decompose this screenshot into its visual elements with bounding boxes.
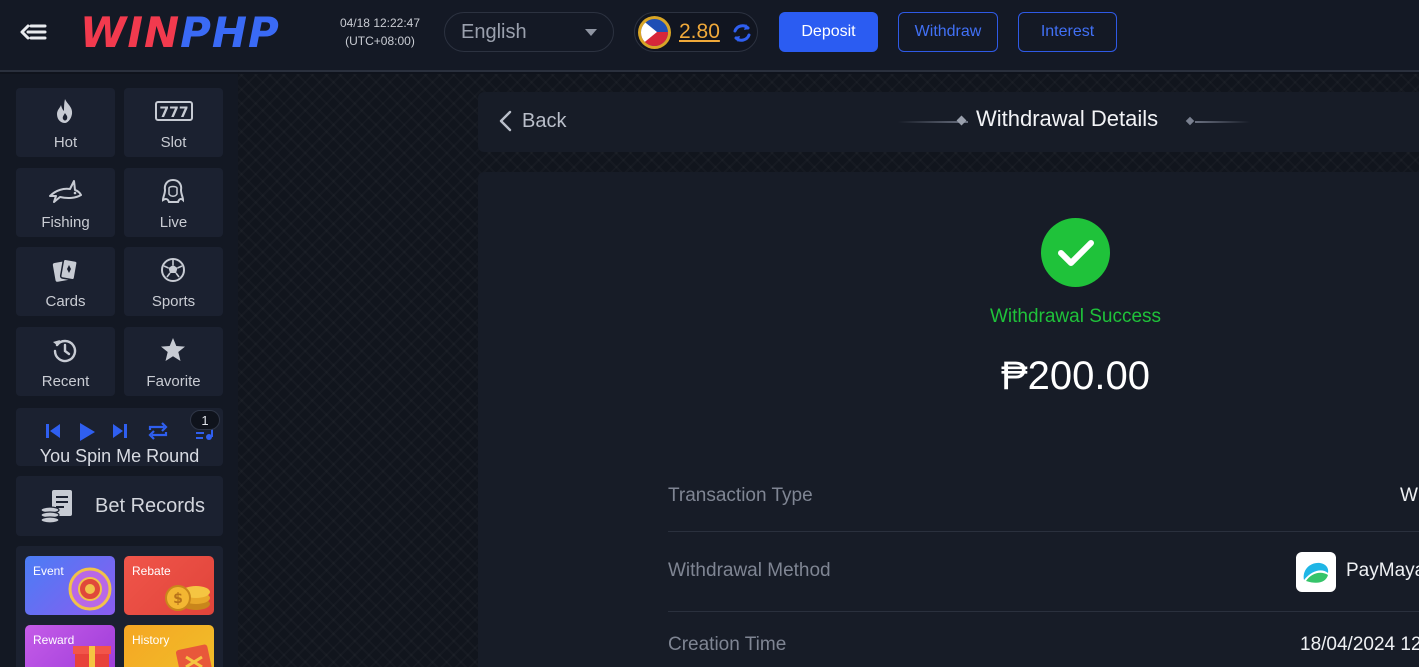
sidebar-item-sports[interactable]: Sports [124, 247, 223, 316]
sidebar-item-label: Live [159, 214, 188, 231]
balance-display: 2.80 [634, 12, 758, 52]
sidebar-item-fishing[interactable]: Fishing [16, 168, 115, 237]
sidebar-item-label: Recent [41, 373, 90, 390]
back-button[interactable]: Back [498, 109, 566, 133]
page-title: Withdrawal Details [976, 106, 1159, 131]
detail-row: Withdrawal Method PayMaya [668, 532, 1419, 612]
sidebar-item-slot[interactable]: 777 Slot [124, 88, 223, 157]
promo-label: Reward [33, 633, 75, 647]
detail-value: 18/04/2024 12 [1300, 634, 1419, 655]
sidebar-item-label: Slot [160, 134, 187, 151]
history-icon [53, 339, 77, 363]
site-logo[interactable]: WINPHP [80, 8, 280, 58]
next-track-icon[interactable] [112, 422, 128, 440]
promo-grid: Event Rebate $ Reward History [16, 546, 223, 667]
interest-button[interactable]: Interest [1018, 12, 1117, 52]
svg-text:$: $ [173, 591, 183, 607]
repeat-icon[interactable] [147, 422, 169, 440]
success-check-icon [1041, 218, 1110, 287]
star-icon [161, 338, 185, 361]
withdrawal-amount: ₱200.00 [1000, 354, 1151, 398]
detail-row: Transaction Type W [668, 462, 1419, 532]
playlist-count-badge: 1 [190, 410, 220, 430]
song-title: You Spin Me Round [39, 446, 200, 466]
gold-coins-icon: $ [165, 585, 210, 611]
svg-text:777: 777 [159, 105, 188, 121]
promo-history[interactable]: History [124, 625, 214, 667]
philippines-flag-icon [638, 16, 671, 49]
chevron-left-icon [499, 110, 512, 132]
language-select[interactable]: English [444, 12, 614, 52]
sidebar-item-cards[interactable]: Cards [16, 247, 115, 316]
bet-records-label: Bet Records [95, 495, 206, 517]
page-titlebar: Back Withdrawal Details [478, 92, 1419, 152]
soccer-ball-icon [161, 258, 185, 282]
sidebar-item-label: Cards [45, 293, 86, 310]
sidebar: Hot 777 Slot Fishing Live Cards Sports R… [0, 74, 238, 667]
play-icon[interactable] [77, 422, 97, 442]
title-decoration-right [1195, 121, 1250, 123]
slot-777-icon: 777 [155, 101, 193, 121]
event-donut-icon [68, 567, 112, 611]
history-scroll-icon [175, 644, 213, 667]
bet-records-button[interactable]: Bet Records [16, 476, 223, 536]
music-player: 1 You Spin Me Round [16, 408, 223, 466]
language-selected: English [461, 20, 527, 43]
promo-label: History [132, 633, 170, 647]
chevron-down-icon [585, 29, 597, 36]
sidebar-item-label: Favorite [146, 373, 201, 390]
flame-icon [57, 99, 73, 123]
gift-box-icon [73, 646, 111, 667]
sidebar-item-label: Sports [151, 293, 196, 310]
clock-timezone: (UTC+08:00) [345, 34, 415, 48]
shark-icon [49, 180, 82, 203]
server-clock: 04/18 12:22:47 (UTC+08:00) [332, 14, 428, 50]
paymaya-logo-icon [1296, 552, 1336, 592]
sidebar-item-live[interactable]: Live [124, 168, 223, 237]
sidebar-item-label: Fishing [41, 214, 90, 231]
live-dealer-icon [161, 178, 185, 203]
deposit-button[interactable]: Deposit [779, 12, 878, 52]
promo-rebate[interactable]: Rebate $ [124, 556, 214, 615]
bet-records-icon [40, 490, 72, 524]
detail-key: Transaction Type [668, 485, 813, 506]
detail-row: Creation Time 18/04/2024 12 [668, 612, 1419, 667]
top-header: WINPHP 04/18 12:22:47 (UTC+08:00) Englis… [0, 0, 1419, 72]
detail-key: Creation Time [668, 634, 787, 655]
sidebar-item-label: Hot [53, 134, 78, 151]
refresh-icon[interactable] [731, 22, 753, 44]
promo-event[interactable]: Event [25, 556, 115, 615]
previous-track-icon[interactable] [45, 422, 61, 440]
cards-icon [52, 258, 78, 282]
title-decoration-dot [956, 115, 967, 126]
detail-value: PayMaya [1346, 560, 1419, 581]
clock-datetime: 04/18 12:22:47 [339, 16, 421, 30]
withdraw-button[interactable]: Withdraw [898, 12, 998, 52]
promo-label: Event [33, 564, 64, 578]
balance-amount[interactable]: 2.80 [679, 20, 720, 44]
collapse-menu-icon[interactable] [18, 20, 48, 44]
logo-php-text: PHP [180, 8, 280, 57]
detail-value: W [1400, 485, 1418, 506]
withdrawal-details-card: Withdrawal Success ₱200.00 Transaction T… [478, 172, 1419, 667]
sidebar-item-recent[interactable]: Recent [16, 327, 115, 396]
status-text: Withdrawal Success [989, 306, 1162, 327]
sidebar-item-hot[interactable]: Hot [16, 88, 115, 157]
back-label: Back [522, 109, 567, 132]
title-decoration-dot [1185, 116, 1195, 126]
promo-reward[interactable]: Reward [25, 625, 115, 667]
sidebar-item-favorite[interactable]: Favorite [124, 327, 223, 396]
detail-key: Withdrawal Method [668, 560, 831, 581]
logo-win-text: WIN [80, 8, 181, 57]
